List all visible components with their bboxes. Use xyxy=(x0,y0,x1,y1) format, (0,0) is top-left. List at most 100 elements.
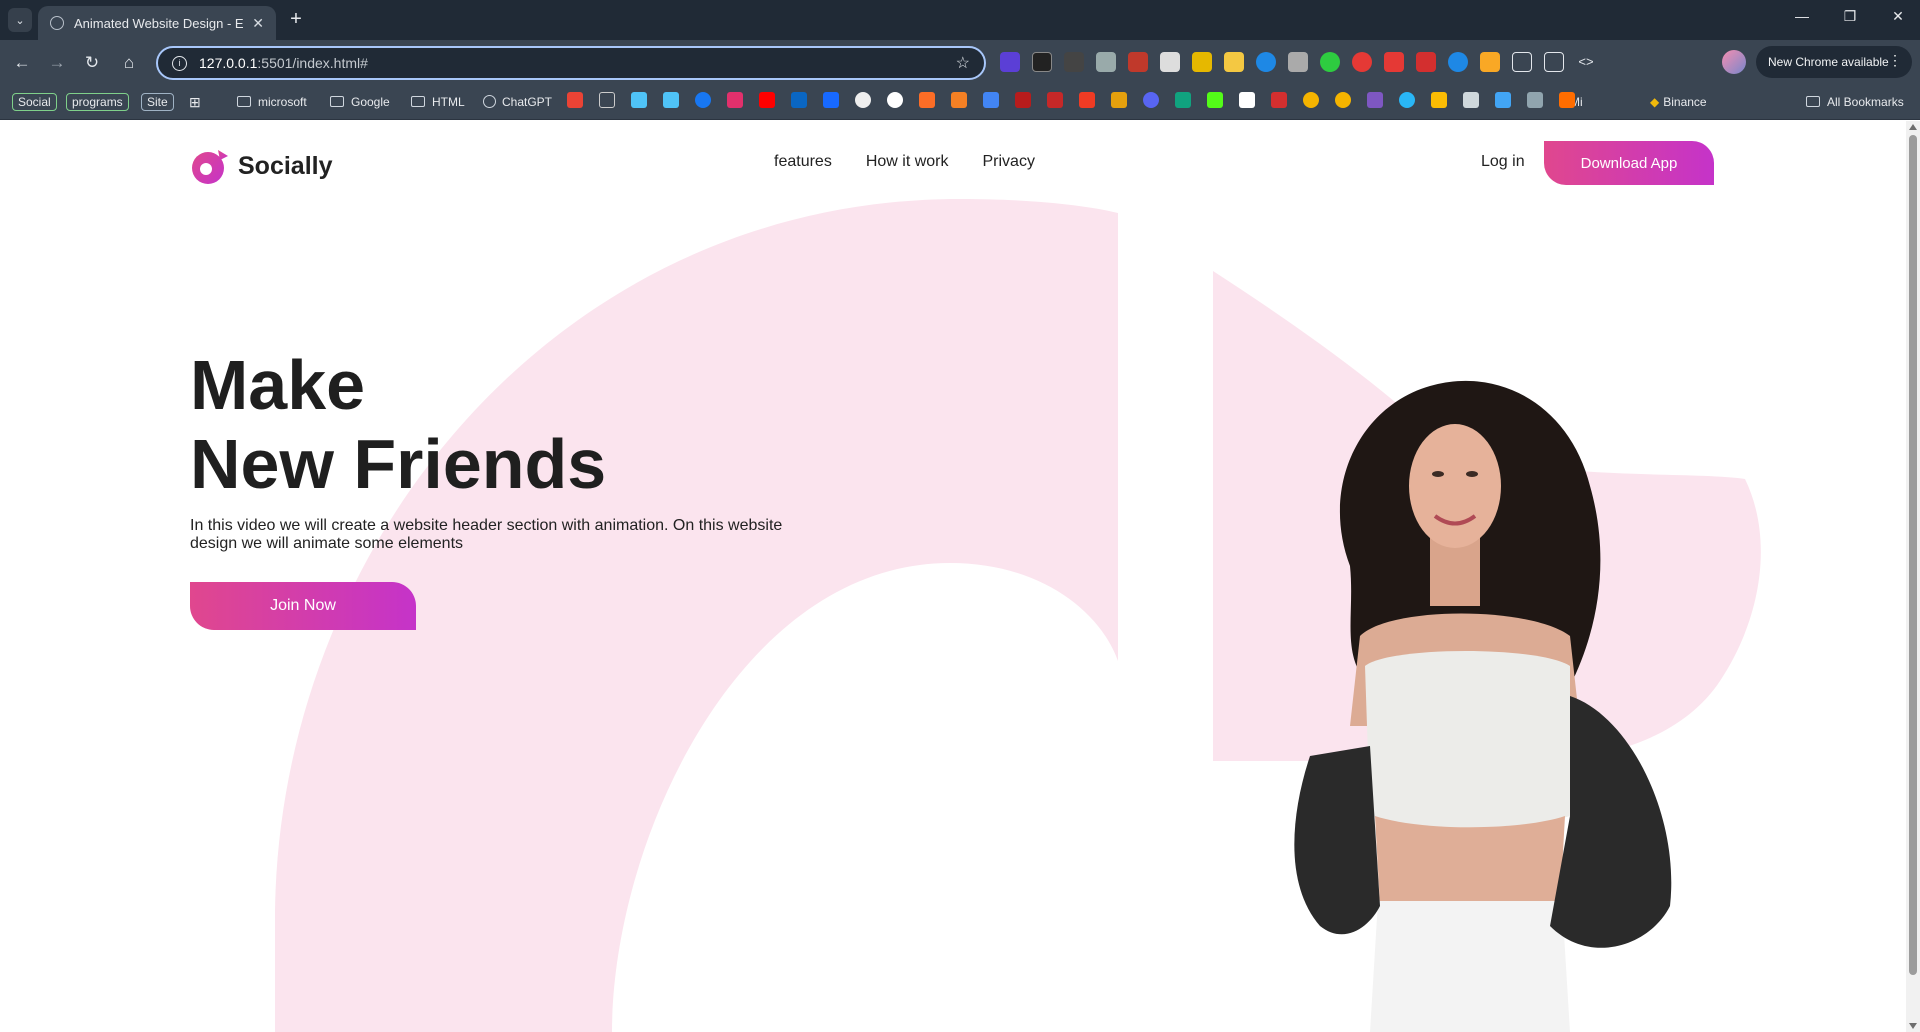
close-window-button[interactable]: ✕ xyxy=(1886,8,1910,25)
mi-icon[interactable] xyxy=(1559,92,1575,108)
code-icon[interactable]: <> xyxy=(1576,52,1596,72)
extension-icon[interactable] xyxy=(1160,52,1180,72)
behance-icon[interactable] xyxy=(823,92,839,108)
bookmark-chip[interactable]: programs xyxy=(66,93,129,111)
puzzle-icon[interactable] xyxy=(1512,52,1532,72)
extension-icon[interactable] xyxy=(1448,52,1468,72)
bookmark-icon[interactable] xyxy=(1015,92,1031,108)
site-info-icon[interactable]: i xyxy=(172,55,187,71)
bookmark-icon[interactable] xyxy=(1111,92,1127,108)
menu-icon[interactable]: ⋮ xyxy=(1888,52,1902,69)
extension-icon[interactable] xyxy=(1128,52,1148,72)
tab-search-button[interactable]: ⌄ xyxy=(8,8,32,32)
scroll-up-arrow[interactable] xyxy=(1909,124,1917,130)
nav-link-how-it-work[interactable]: How it work xyxy=(866,153,949,171)
extensions-row: <> xyxy=(1000,52,1596,72)
extension-icon[interactable] xyxy=(1320,52,1340,72)
brand-logo[interactable]: Socially xyxy=(190,146,333,186)
forward-button[interactable]: → xyxy=(45,51,69,75)
telegram-icon[interactable] xyxy=(1399,92,1415,108)
login-link[interactable]: Log in xyxy=(1481,153,1525,171)
restore-button[interactable]: ❐ xyxy=(1838,8,1862,25)
extension-icon[interactable] xyxy=(1416,52,1436,72)
bookmark-chip[interactable]: Social xyxy=(12,93,57,111)
extension-icon[interactable] xyxy=(1224,52,1244,72)
bookmark-icon[interactable] xyxy=(1463,92,1479,108)
folder-icon xyxy=(1806,96,1820,107)
address-bar[interactable]: i 127.0.0.1:5501/index.html# ☆ xyxy=(156,46,986,80)
download-app-button[interactable]: Download App xyxy=(1544,141,1714,185)
github-icon[interactable] xyxy=(887,92,903,108)
bookmark-icon[interactable] xyxy=(1335,92,1351,108)
page-viewport: Socially features How it work Privacy Lo… xyxy=(0,121,1906,1032)
browser-tab-bar: ⌄ Animated Website Design - Eas ✕ + — ❐ … xyxy=(0,0,1920,40)
main-nav: features How it work Privacy xyxy=(774,153,1035,171)
youtube-icon[interactable] xyxy=(759,92,775,108)
bookmark-icon[interactable] xyxy=(631,92,647,108)
bookmark-icon[interactable] xyxy=(1303,92,1319,108)
profile-avatar[interactable] xyxy=(1722,50,1746,74)
bookmark-icon[interactable] xyxy=(1175,92,1191,108)
instagram-icon[interactable] xyxy=(727,92,743,108)
bookmark-folder[interactable]: HTML xyxy=(411,92,465,112)
extension-icon[interactable] xyxy=(1352,52,1372,72)
hero-title-line2: New Friends xyxy=(190,425,607,503)
bookmark-icon[interactable] xyxy=(1047,92,1063,108)
bookmark-icon[interactable] xyxy=(599,92,615,108)
bookmark-icon[interactable] xyxy=(1079,92,1095,108)
home-icon[interactable]: ⌂ xyxy=(117,51,141,75)
apps-grid-icon[interactable]: ⊞ xyxy=(189,92,201,112)
incognito-icon[interactable] xyxy=(1544,52,1564,72)
extension-icon[interactable] xyxy=(1096,52,1116,72)
extension-icon[interactable] xyxy=(1192,52,1212,72)
scrollbar-thumb[interactable] xyxy=(1909,135,1917,975)
stackoverflow-icon[interactable] xyxy=(951,92,967,108)
scroll-down-arrow[interactable] xyxy=(1909,1023,1917,1029)
bookmark-link[interactable]: ◆ Binance xyxy=(1650,92,1707,112)
all-bookmarks[interactable]: All Bookmarks xyxy=(1806,92,1904,112)
bookmark-icon[interactable] xyxy=(663,92,679,108)
reload-button[interactable]: ↻ xyxy=(80,51,104,75)
extension-icon[interactable] xyxy=(1384,52,1404,72)
nav-link-features[interactable]: features xyxy=(774,153,832,171)
extension-icon[interactable] xyxy=(1256,52,1276,72)
facebook-icon[interactable] xyxy=(695,92,711,108)
kick-icon[interactable] xyxy=(1207,92,1223,108)
bookmark-icon-row xyxy=(567,92,1575,108)
minimize-button[interactable]: — xyxy=(1790,8,1814,24)
folder-icon xyxy=(411,96,425,107)
translate-icon[interactable] xyxy=(983,92,999,108)
bookmark-icon[interactable] xyxy=(1527,92,1543,108)
linkedin-icon[interactable] xyxy=(791,92,807,108)
new-tab-button[interactable]: + xyxy=(284,8,308,32)
update-chrome-button[interactable]: New Chrome available ⋮ xyxy=(1756,46,1912,78)
extension-icon[interactable] xyxy=(1064,52,1084,72)
bookmark-icon[interactable] xyxy=(1367,92,1383,108)
vertical-scrollbar[interactable] xyxy=(1906,121,1920,1032)
gmail-icon[interactable] xyxy=(567,92,583,108)
extension-icon[interactable] xyxy=(1000,52,1020,72)
join-now-button[interactable]: Join Now xyxy=(190,582,416,630)
bookmark-icon[interactable] xyxy=(1495,92,1511,108)
discord-icon[interactable] xyxy=(1143,92,1159,108)
extension-icon[interactable] xyxy=(1288,52,1308,72)
bookmark-folder[interactable]: Google xyxy=(330,92,390,112)
binance-icon: ◆ xyxy=(1650,95,1660,109)
drive-icon[interactable] xyxy=(1431,92,1447,108)
amazon-icon[interactable] xyxy=(1239,92,1255,108)
browser-tab[interactable]: Animated Website Design - Eas ✕ xyxy=(38,6,276,40)
bookmark-icon[interactable] xyxy=(1271,92,1287,108)
bookmark-icon[interactable] xyxy=(855,92,871,108)
extension-icon[interactable] xyxy=(1032,52,1052,72)
back-button[interactable]: ← xyxy=(10,51,34,75)
folder-icon xyxy=(237,96,251,107)
globe-icon xyxy=(50,16,64,30)
extension-icon[interactable] xyxy=(1480,52,1500,72)
bookmark-link[interactable]: ChatGPT xyxy=(483,92,552,112)
gitlab-icon[interactable] xyxy=(919,92,935,108)
tab-close-icon[interactable]: ✕ xyxy=(252,15,264,32)
bookmark-folder[interactable]: microsoft xyxy=(237,92,307,112)
nav-link-privacy[interactable]: Privacy xyxy=(983,153,1035,171)
bookmark-star-icon[interactable]: ☆ xyxy=(956,53,970,73)
bookmark-chip[interactable]: Site xyxy=(141,93,174,111)
